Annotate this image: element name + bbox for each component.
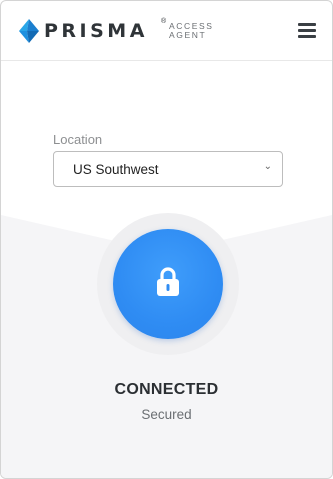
location-selected-value: US Southwest	[73, 162, 159, 177]
product-name: ACCESS AGENT	[169, 22, 214, 39]
prisma-logo-icon	[19, 19, 39, 43]
connect-toggle-button[interactable]	[113, 229, 223, 339]
location-label: Location	[53, 132, 103, 147]
app-window: PRISMA ® ACCESS AGENT Location US Southw…	[0, 0, 333, 479]
hamburger-menu-icon[interactable]	[298, 23, 316, 38]
chevron-down-icon: ⌄	[263, 161, 272, 172]
lock-icon	[157, 267, 179, 296]
header: PRISMA ® ACCESS AGENT	[1, 1, 332, 61]
location-select[interactable]: US Southwest ⌄	[53, 151, 283, 187]
connection-substatus: Secured	[141, 407, 192, 422]
brand-name: PRISMA	[44, 20, 148, 42]
prisma-logo: PRISMA ® ACCESS AGENT	[17, 17, 227, 45]
product-name-line2: AGENT	[169, 29, 207, 40]
connection-status: CONNECTED	[114, 381, 219, 398]
registered-mark: ®	[161, 18, 167, 25]
